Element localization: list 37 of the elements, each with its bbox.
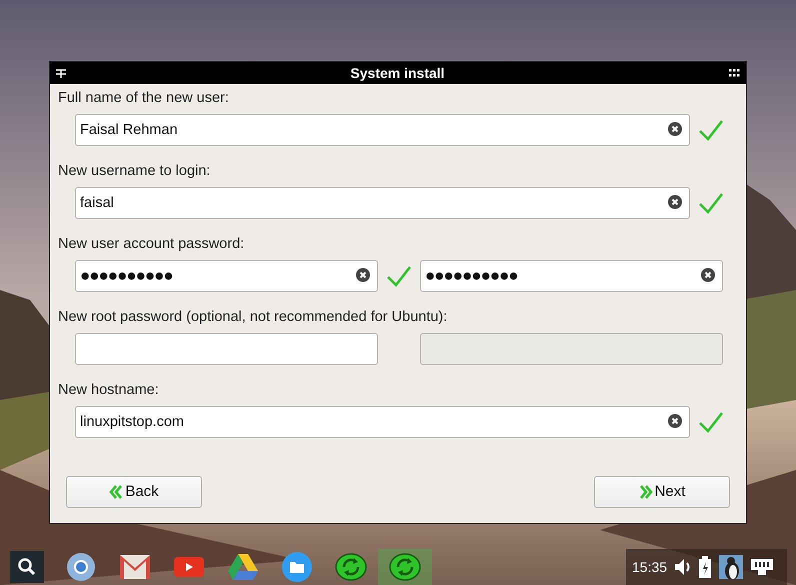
network-icon[interactable] [751,559,774,575]
speaker-icon[interactable] [675,558,692,576]
field-label: New username to login: [58,162,212,181]
input-field[interactable]: linuxpitstop.com [75,406,690,438]
next-button[interactable]: Next [594,476,730,508]
clear-icon[interactable] [701,268,715,282]
triangle-icon [228,554,258,580]
field-label: New root password (optional, not recommended for Ubuntu): [58,308,448,327]
chevrons-icon [109,485,124,499]
search-button[interactable] [8,549,46,585]
field-label: Full name of the new user: [58,89,230,108]
play-icon [174,557,204,577]
grip-icon[interactable] [729,69,740,77]
envelope-icon [120,555,150,579]
battery-icon[interactable] [699,556,712,578]
input-field[interactable]: ●●●●●●●●●● [420,260,723,292]
clear-icon[interactable] [356,268,370,282]
input-field[interactable]: ●●●●●●●●●● [75,260,378,292]
chevrons-icon [638,485,653,499]
back-button[interactable]: Back [66,476,202,508]
input-field[interactable]: Faisal Rehman [75,114,690,146]
field-label: New user account password: [58,235,246,254]
clear-icon[interactable] [668,414,682,428]
field-label: New hostname: [58,381,160,400]
sync-icon [335,553,367,581]
input-field[interactable] [75,333,378,365]
clear-icon[interactable] [668,195,682,209]
clear-icon[interactable] [668,122,682,136]
folder-icon [282,552,312,582]
clock-time[interactable]: 15:35 [632,556,668,578]
pin-icon[interactable] [56,68,66,78]
sync-icon [389,553,421,581]
browser-icon [66,552,96,582]
window-title: System install [350,64,445,83]
input-field[interactable]: faisal [75,187,690,219]
search-icon [10,551,44,583]
penguin-avatar-icon[interactable] [719,555,744,579]
